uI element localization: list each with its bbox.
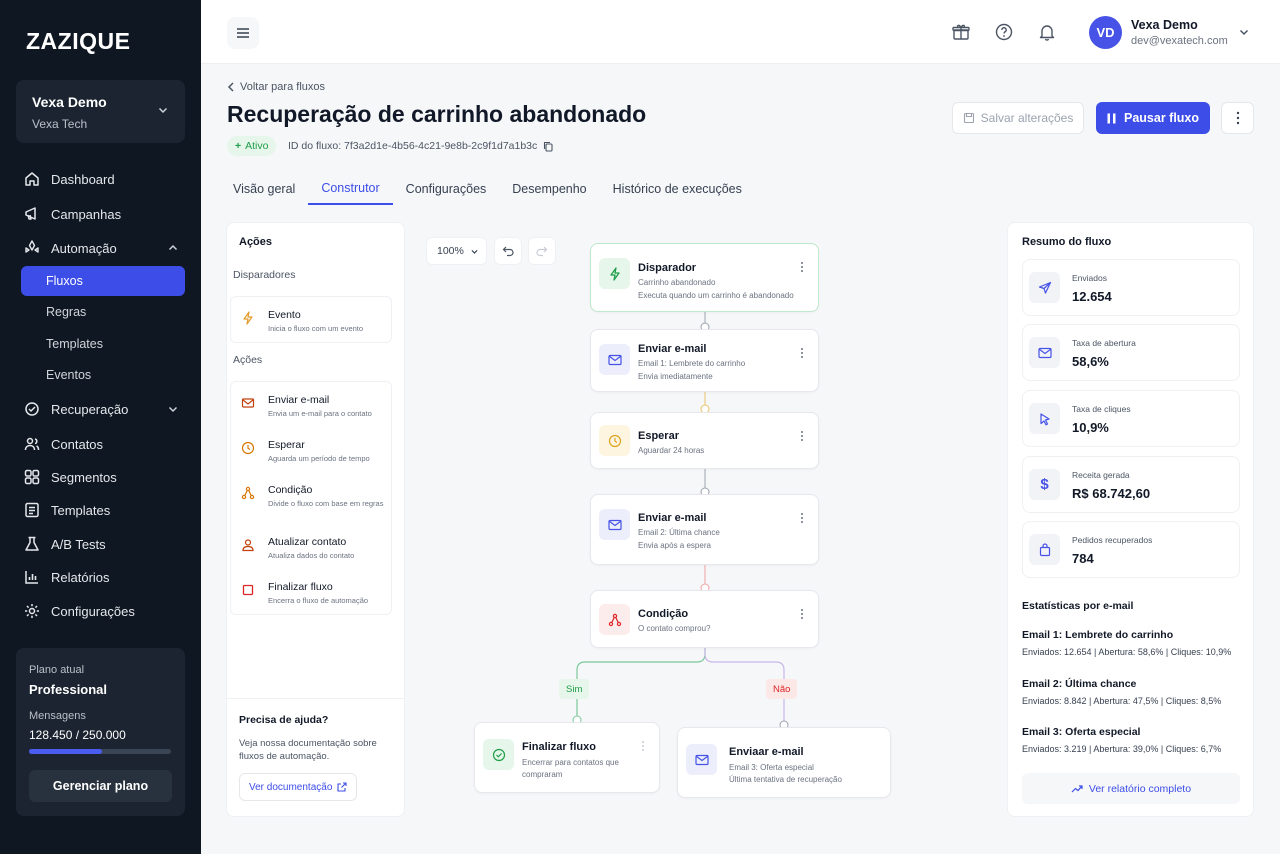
branch-no-label: Não xyxy=(766,679,798,699)
node-line1: Encerrar para contatos que xyxy=(522,758,619,767)
flow-node-condition[interactable]: Condição O contato comprou? xyxy=(590,590,819,648)
node-line1: Email 2: Última chance xyxy=(638,528,720,537)
stat-card-pedidos: Pedidos recuperados 784 xyxy=(1022,521,1240,578)
email-stat-title: Email 2: Última chance xyxy=(1022,678,1137,690)
node-menu-icon[interactable] xyxy=(800,260,804,274)
node-title: Finalizar fluxo xyxy=(522,741,596,753)
bag-icon xyxy=(1029,534,1060,565)
node-menu-icon[interactable] xyxy=(800,429,804,443)
send-icon xyxy=(1029,272,1060,303)
flow-node-email-3[interactable]: Enviaar e-mail Email 3: Oferta especial … xyxy=(677,727,891,798)
summary-title: Resumo do fluxo xyxy=(1022,236,1112,248)
node-title: Esperar xyxy=(638,430,679,442)
stat-label: Receita gerada xyxy=(1072,470,1130,480)
full-report-button[interactable]: Ver relatório completo xyxy=(1022,773,1240,804)
stat-value: 58,6% xyxy=(1072,354,1109,369)
flow-node-wait[interactable]: Esperar Aguardar 24 horas xyxy=(590,412,819,469)
email-stat-detail: Enviados: 12.654 | Abertura: 58,6% | Cli… xyxy=(1022,647,1232,657)
node-menu-icon[interactable] xyxy=(800,346,804,360)
branch-icon xyxy=(599,604,630,635)
stat-value: R$ 68.742,60 xyxy=(1072,486,1151,501)
flow-node-end[interactable]: Finalizar fluxo Encerrar para contatos q… xyxy=(474,722,660,793)
mail-icon xyxy=(599,344,630,375)
stat-card-cliques: Taxa de cliques 10,9% xyxy=(1022,390,1240,447)
flow-node-email-1[interactable]: Enviar e-mail Email 1: Lembrete do carri… xyxy=(590,329,819,392)
node-line1: Aguardar 24 horas xyxy=(638,446,705,455)
node-line2: Envia após a espera xyxy=(638,541,711,550)
node-title: Disparador xyxy=(638,262,697,274)
node-title: Enviaar e-mail xyxy=(729,746,804,758)
stat-value: 784 xyxy=(1072,551,1094,566)
flow-node-trigger[interactable]: Disparador Carrinho abandonado Executa q… xyxy=(590,243,819,312)
flow-summary-panel: Resumo do fluxo Enviados 12.654 Taxa de … xyxy=(1007,222,1254,817)
email-stat-detail: Enviados: 3.219 | Abertura: 39,0% | Cliq… xyxy=(1022,744,1222,754)
cursor-icon xyxy=(1029,403,1060,434)
branch-yes-label: Sim xyxy=(559,679,590,699)
email-stat-detail: Enviados: 8.842 | Abertura: 47,5% | Cliq… xyxy=(1022,696,1222,706)
mail-icon xyxy=(1029,337,1060,368)
clock-icon xyxy=(599,425,630,456)
stat-card-abertura: Taxa de abertura 58,6% xyxy=(1022,324,1240,381)
node-menu-icon[interactable] xyxy=(800,607,804,621)
stat-label: Taxa de cliques xyxy=(1072,404,1131,414)
email-stat-title: Email 1: Lembrete do carrinho xyxy=(1022,629,1174,641)
node-title: Enviar e-mail xyxy=(638,343,707,355)
node-title: Condição xyxy=(638,608,689,620)
stat-card-enviados: Enviados 12.654 xyxy=(1022,259,1240,316)
node-menu-icon[interactable] xyxy=(800,511,804,525)
node-line2: Executa quando um carrinho é abandonado xyxy=(638,291,794,300)
stat-value: 12.654 xyxy=(1072,289,1112,304)
stat-label: Pedidos recuperados xyxy=(1072,535,1153,545)
flow-node-email-2[interactable]: Enviar e-mail Email 2: Última chance Env… xyxy=(590,494,819,565)
node-menu-icon[interactable] xyxy=(641,739,645,753)
stat-label: Enviados xyxy=(1072,273,1107,283)
check-circle-icon xyxy=(483,739,514,770)
email-stat-title: Email 3: Oferta especial xyxy=(1022,726,1141,738)
trend-icon xyxy=(1071,784,1083,792)
node-line2: Última tentativa de recuperação xyxy=(729,775,842,784)
full-report-label: Ver relatório completo xyxy=(1088,782,1192,795)
node-line1: Email 1: Lembrete do carrinho xyxy=(638,359,746,368)
node-line1: O contato comprou? xyxy=(638,624,711,633)
lightning-icon xyxy=(599,258,630,289)
mail-icon xyxy=(599,509,630,540)
node-title: Enviar e-mail xyxy=(638,512,707,524)
stat-value: 10,9% xyxy=(1072,420,1109,435)
node-line1: Email 3: Oferta especial xyxy=(729,763,814,772)
node-line2: compraram xyxy=(522,770,563,779)
node-line2: Envia imediatamente xyxy=(638,372,713,381)
node-line1: Carrinho abandonado xyxy=(638,278,716,287)
dollar-icon: $ xyxy=(1029,469,1060,500)
email-stats-title: Estatísticas por e-mail xyxy=(1022,600,1134,612)
stat-card-receita: $ Receita gerada R$ 68.742,60 xyxy=(1022,456,1240,513)
stat-label: Taxa de abertura xyxy=(1072,338,1136,348)
mail-icon xyxy=(686,744,717,775)
